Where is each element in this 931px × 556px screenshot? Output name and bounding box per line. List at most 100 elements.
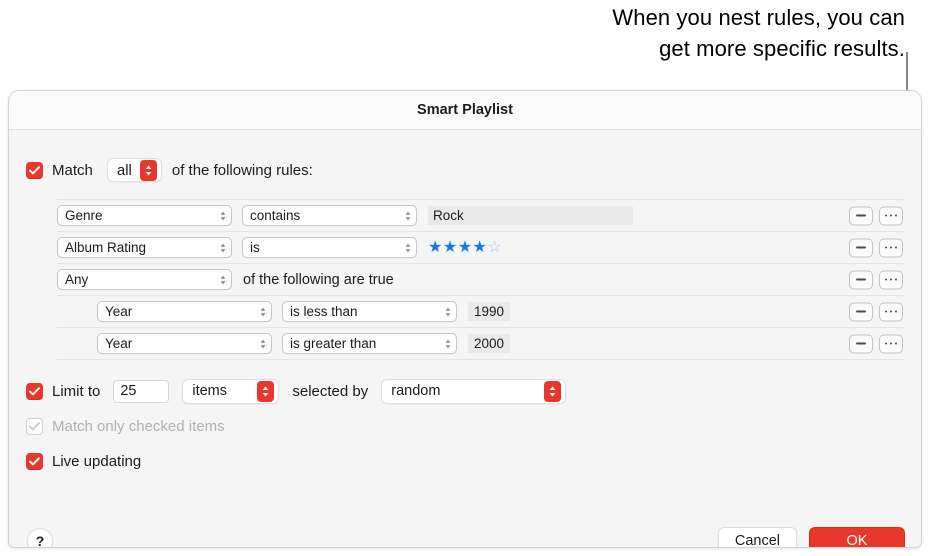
rule-group-value: Any [65, 272, 89, 287]
remove-rule-button[interactable] [849, 206, 873, 225]
more-options-button[interactable] [879, 206, 903, 225]
rules-list: Genre contains Rock Album Rating is ★ ★ … [57, 199, 905, 360]
more-options-button[interactable] [879, 270, 903, 289]
rule-star-rating[interactable]: ★ ★ ★ ★ ☆ [428, 238, 503, 256]
match-operator-value: all [116, 161, 132, 179]
star-filled-icon: ★ [428, 238, 443, 256]
rule-field-value: Genre [65, 208, 103, 223]
ok-button[interactable]: OK [809, 526, 905, 547]
cancel-button[interactable]: Cancel [717, 526, 797, 547]
limit-unit-select[interactable]: items [182, 378, 280, 404]
chevron-updown-icon [219, 210, 227, 222]
match-checkbox[interactable] [26, 161, 43, 179]
selected-by-select[interactable]: random [381, 378, 567, 404]
limit-label: Limit to [52, 382, 101, 400]
ellipsis-icon [884, 214, 898, 217]
rule-field-value: Album Rating [65, 240, 147, 255]
rule-value-input[interactable]: 2000 [468, 334, 511, 353]
limit-value-input[interactable]: 25 [113, 379, 170, 403]
remove-rule-button[interactable] [849, 238, 873, 257]
rule-operator-select[interactable]: contains [242, 205, 417, 226]
ellipsis-icon [884, 246, 898, 249]
rule-operator-value: is [250, 240, 260, 255]
dialog-footer: ? Cancel OK [9, 511, 921, 547]
chevron-updown-icon [257, 380, 275, 402]
rule-operator-select[interactable]: is greater than [282, 333, 457, 354]
rule-value-input[interactable]: Rock [428, 206, 633, 225]
rule-operator-value: is greater than [290, 336, 377, 351]
rule-group-suffix: of the following are true [243, 271, 394, 288]
chevron-updown-icon [219, 242, 227, 254]
remove-rule-button[interactable] [849, 302, 873, 321]
ellipsis-icon [884, 278, 898, 281]
table-row: Year is less than 1990 [57, 296, 905, 328]
match-operator-select[interactable]: all [106, 158, 162, 182]
help-button[interactable]: ? [27, 528, 53, 547]
chevron-updown-icon [259, 338, 267, 350]
rule-value-input[interactable]: 1990 [468, 302, 511, 321]
star-empty-icon: ☆ [487, 238, 503, 256]
rule-operator-select[interactable]: is less than [282, 301, 457, 322]
rule-group-select[interactable]: Any [57, 269, 232, 290]
options-section: Limit to 25 items selected by random Mat… [26, 378, 921, 474]
star-filled-icon: ★ [457, 238, 473, 256]
remove-rule-button[interactable] [849, 334, 873, 353]
rule-field-select[interactable]: Year [97, 333, 272, 354]
star-filled-icon: ★ [472, 238, 488, 256]
live-updating-label: Live updating [52, 452, 142, 470]
dialog-body: Match all of the following rules: Genre [9, 153, 921, 547]
rule-operator-select[interactable]: is [242, 237, 417, 258]
chevron-updown-icon [404, 242, 412, 254]
selected-by-label: selected by [292, 382, 369, 400]
limit-row: Limit to 25 items selected by random [26, 378, 921, 404]
dialog-titlebar: Smart Playlist [9, 91, 921, 130]
minus-icon [856, 342, 866, 345]
row-actions [849, 206, 903, 225]
minus-icon [856, 278, 866, 281]
table-row: Year is greater than 2000 [57, 328, 905, 360]
row-actions [849, 334, 903, 353]
rule-field-select[interactable]: Year [97, 301, 272, 322]
table-row: Any of the following are true [57, 264, 905, 296]
chevron-updown-icon [219, 274, 227, 286]
limit-unit-value: items [192, 383, 228, 399]
row-actions [849, 270, 903, 289]
rule-operator-value: contains [250, 208, 301, 223]
match-row: Match all of the following rules: [26, 153, 921, 187]
screenshot-root: When you nest rules, you can get more sp… [0, 0, 931, 556]
minus-icon [856, 246, 866, 249]
chevron-updown-icon [404, 210, 412, 222]
smart-playlist-dialog: Smart Playlist Match all of the followin… [8, 90, 922, 548]
row-actions [849, 302, 903, 321]
remove-rule-button[interactable] [849, 270, 873, 289]
table-row: Genre contains Rock [57, 200, 905, 232]
chevron-updown-icon [139, 159, 157, 181]
row-actions [849, 238, 903, 257]
ellipsis-icon [884, 342, 898, 345]
match-checked-row: Match only checked items [26, 413, 921, 439]
rule-operator-value: is less than [290, 304, 358, 319]
live-updating-row: Live updating [26, 448, 921, 474]
minus-icon [856, 214, 866, 217]
selected-by-value: random [391, 383, 441, 399]
match-label: Match [52, 161, 93, 179]
table-row: Album Rating is ★ ★ ★ ★ ☆ [57, 232, 905, 264]
limit-checkbox[interactable] [26, 382, 43, 400]
rule-field-select[interactable]: Genre [57, 205, 232, 226]
more-options-button[interactable] [879, 238, 903, 257]
callout-annotation-text: When you nest rules, you can get more sp… [612, 5, 905, 61]
rule-field-select[interactable]: Album Rating [57, 237, 232, 258]
minus-icon [856, 310, 866, 313]
chevron-updown-icon [544, 380, 562, 402]
ellipsis-icon [884, 310, 898, 313]
more-options-button[interactable] [879, 334, 903, 353]
live-updating-checkbox[interactable] [26, 452, 43, 470]
star-filled-icon: ★ [442, 238, 458, 256]
more-options-button[interactable] [879, 302, 903, 321]
rule-field-value: Year [105, 304, 133, 319]
rule-field-value: Year [105, 336, 133, 351]
chevron-updown-icon [444, 338, 452, 350]
match-checked-checkbox[interactable] [26, 417, 43, 435]
dialog-title: Smart Playlist [417, 102, 513, 118]
chevron-updown-icon [259, 306, 267, 318]
